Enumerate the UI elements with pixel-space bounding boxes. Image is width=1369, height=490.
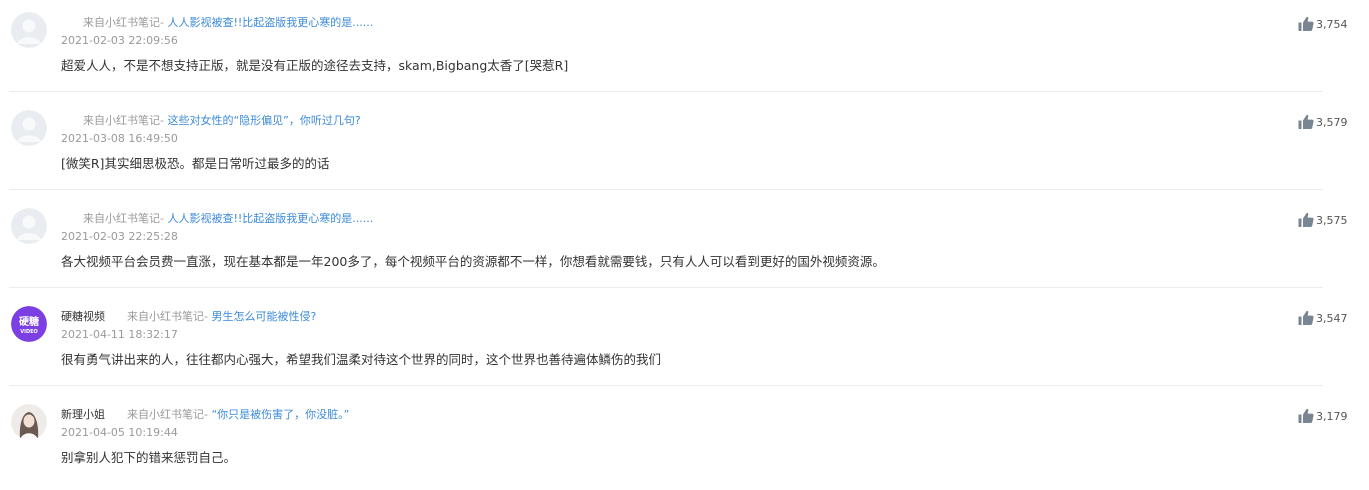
default-avatar-icon [11,208,47,244]
comment-item: 来自小红书笔记- 这些对女性的“隐形偏见”，你听过几句? 2021-03-08 … [0,98,1369,196]
comment-item: 硬糖 VIDEO 硬糖视频 来自小红书笔记- 男生怎么可能被性侵? 2021-04… [0,294,1369,392]
default-avatar-icon [11,12,47,48]
comment-meta: 新理小姐 来自小红书笔记- “你只是被伤害了，你没脏。” [61,406,349,424]
like-count: 3,575 [1316,213,1348,227]
comment-meta: 硬糖视频 来自小红书笔记- 男生怎么可能被性侵? [61,308,316,326]
comment-meta: 来自小红书笔记- 这些对女性的“隐形偏见”，你听过几句? [61,112,361,130]
comment-text: 别拿别人犯下的错来惩罚自己。 [61,450,237,465]
note-title-link[interactable]: “你只是被伤害了，你没脏。” [211,408,349,421]
default-avatar-icon [11,110,47,146]
username[interactable]: 硬糖视频 [61,310,105,323]
source-label: 来自小红书笔记- [83,114,164,127]
like-count: 3,547 [1316,311,1348,325]
note-title-link[interactable]: 人人影视被查!!比起盗版我更心寒的是...... [167,16,373,29]
avatar[interactable]: 硬糖 VIDEO [11,306,47,342]
like-button[interactable]: 3,754 [1298,14,1348,34]
source-label: 来自小红书笔记- [127,310,208,323]
source-label: 来自小红书笔记- [127,408,208,421]
comment-item: 来自小红书笔记- 人人影视被查!!比起盗版我更心寒的是...... 2021-0… [0,196,1369,294]
thumbs-up-icon [1298,310,1314,325]
divider [9,189,1323,190]
divider [9,91,1323,92]
like-button[interactable]: 3,547 [1298,308,1348,328]
comment-meta: 来自小红书笔记- 人人影视被查!!比起盗版我更心寒的是...... [61,14,373,32]
note-title-link[interactable]: 这些对女性的“隐形偏见”，你听过几句? [167,114,360,127]
comment-item: 来自小红书笔记- 人人影视被查!!比起盗版我更心寒的是...... 2021-0… [0,0,1369,98]
comment-text: 很有勇气讲出来的人，往往都内心强大，希望我们温柔对待这个世界的同时，这个世界也善… [61,352,662,367]
thumbs-up-icon [1298,114,1314,129]
thumbs-up-icon [1298,16,1314,31]
yingtang-logo-icon: 硬糖 VIDEO [11,306,47,342]
avatar[interactable] [11,12,47,48]
like-button[interactable]: 3,579 [1298,112,1348,132]
comment-time: 2021-04-11 18:32:17 [61,328,178,341]
like-count: 3,754 [1316,17,1348,31]
photo-avatar-icon [11,404,47,440]
source-label: 来自小红书笔记- [83,212,164,225]
avatar[interactable] [11,208,47,244]
comment-text: 超爱人人，不是不想支持正版，就是没有正版的途径去支持，skam,Bigbang太… [61,58,569,73]
comment-meta: 来自小红书笔记- 人人影视被查!!比起盗版我更心寒的是...... [61,210,373,228]
thumbs-up-icon [1298,212,1314,227]
source-label: 来自小红书笔记- [83,16,164,29]
like-button[interactable]: 3,179 [1298,406,1348,426]
comment-item: 新理小姐 来自小红书笔记- “你只是被伤害了，你没脏。” 2021-04-05 1… [0,392,1369,490]
svg-text:硬糖: 硬糖 [19,315,39,328]
like-button[interactable]: 3,575 [1298,210,1348,230]
avatar[interactable] [11,110,47,146]
thumbs-up-icon [1298,408,1314,423]
divider [9,385,1323,386]
divider [9,287,1323,288]
note-title-link[interactable]: 人人影视被查!!比起盗版我更心寒的是...... [167,212,373,225]
comment-time: 2021-02-03 22:09:56 [61,34,178,47]
comment-time: 2021-02-03 22:25:28 [61,230,178,243]
note-title-link[interactable]: 男生怎么可能被性侵? [211,310,316,323]
comment-time: 2021-03-08 16:49:50 [61,132,178,145]
comment-text: [微笑R]其实细思极恐。都是日常听过最多的的话 [61,156,330,171]
like-count: 3,579 [1316,115,1348,129]
comment-text: 各大视频平台会员费一直涨，现在基本都是一年200多了，每个视频平台的资源都不一样… [61,254,885,269]
like-count: 3,179 [1316,409,1348,423]
avatar[interactable] [11,404,47,440]
comment-time: 2021-04-05 10:19:44 [61,426,178,439]
username[interactable]: 新理小姐 [61,408,105,421]
svg-text:VIDEO: VIDEO [20,329,38,335]
